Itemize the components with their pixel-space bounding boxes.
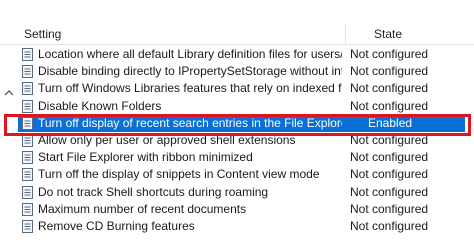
- policy-setting-icon: [22, 99, 33, 113]
- list-item-selected[interactable]: Turn off display of recent search entrie…: [0, 114, 474, 132]
- setting-name: Maximum number of recent documents: [38, 201, 247, 216]
- setting-name: Do not track Shell shortcuts during roam…: [38, 184, 269, 199]
- list-item[interactable]: Remove CD Burning features Not configure…: [0, 218, 474, 235]
- setting-name: Allow only per user or approved shell ex…: [38, 132, 296, 147]
- column-divider[interactable]: [345, 24, 346, 44]
- setting-state: Not configured: [350, 64, 429, 79]
- setting-state: Not configured: [350, 47, 429, 61]
- setting-state: Not configured: [350, 132, 429, 147]
- setting-state: Not configured: [350, 150, 429, 165]
- list-item[interactable]: Allow only per user or approved shell ex…: [0, 132, 474, 149]
- list-item[interactable]: Maximum number of recent documents Not c…: [0, 201, 474, 218]
- policy-setting-icon: [22, 168, 33, 182]
- setting-name: Location where all default Library defin…: [38, 47, 342, 61]
- policy-settings-pane: Setting State Location where all default…: [0, 0, 474, 243]
- policy-setting-icon: [22, 185, 33, 199]
- list-item[interactable]: Start File Explorer with ribbon minimize…: [0, 149, 474, 166]
- policy-setting-icon: [22, 116, 33, 130]
- policy-setting-icon: [22, 202, 33, 216]
- policy-setting-icon: [22, 48, 33, 61]
- policy-setting-icon: [22, 82, 33, 96]
- list-item[interactable]: Disable binding directly to IPropertySet…: [0, 63, 474, 80]
- setting-state: Not configured: [350, 201, 429, 216]
- setting-state: Not configured: [350, 98, 429, 113]
- policy-setting-icon: [22, 133, 33, 147]
- list-header: Setting State: [0, 24, 474, 45]
- setting-state: Not configured: [350, 167, 429, 182]
- setting-state: Not configured: [350, 81, 429, 96]
- policy-setting-icon: [22, 151, 33, 165]
- setting-name: Disable binding directly to IPropertySet…: [38, 64, 342, 79]
- settings-list: Location where all default Library defin…: [0, 46, 474, 235]
- setting-name: Remove CD Burning features: [38, 218, 195, 233]
- setting-state: Enabled: [368, 115, 413, 130]
- setting-name: Turn off display of recent search entrie…: [38, 115, 342, 130]
- list-item[interactable]: Turn off Windows Libraries features that…: [0, 80, 474, 97]
- policy-setting-icon: [22, 65, 33, 79]
- setting-name: Turn off the display of snippets in Cont…: [38, 167, 320, 182]
- list-item[interactable]: Location where all default Library defin…: [0, 46, 474, 63]
- setting-state: Not configured: [350, 218, 429, 233]
- column-header-state[interactable]: State: [374, 27, 402, 41]
- setting-name: Turn off Windows Libraries features that…: [38, 81, 342, 96]
- setting-name: Start File Explorer with ribbon minimize…: [38, 150, 253, 165]
- setting-state: Not configured: [350, 184, 429, 199]
- list-item[interactable]: Do not track Shell shortcuts during roam…: [0, 184, 474, 201]
- list-item[interactable]: Turn off the display of snippets in Cont…: [0, 166, 474, 183]
- list-item[interactable]: Disable Known Folders Not configured: [0, 98, 474, 115]
- policy-setting-icon: [22, 219, 33, 233]
- column-header-setting[interactable]: Setting: [24, 27, 61, 41]
- setting-name: Disable Known Folders: [38, 98, 162, 113]
